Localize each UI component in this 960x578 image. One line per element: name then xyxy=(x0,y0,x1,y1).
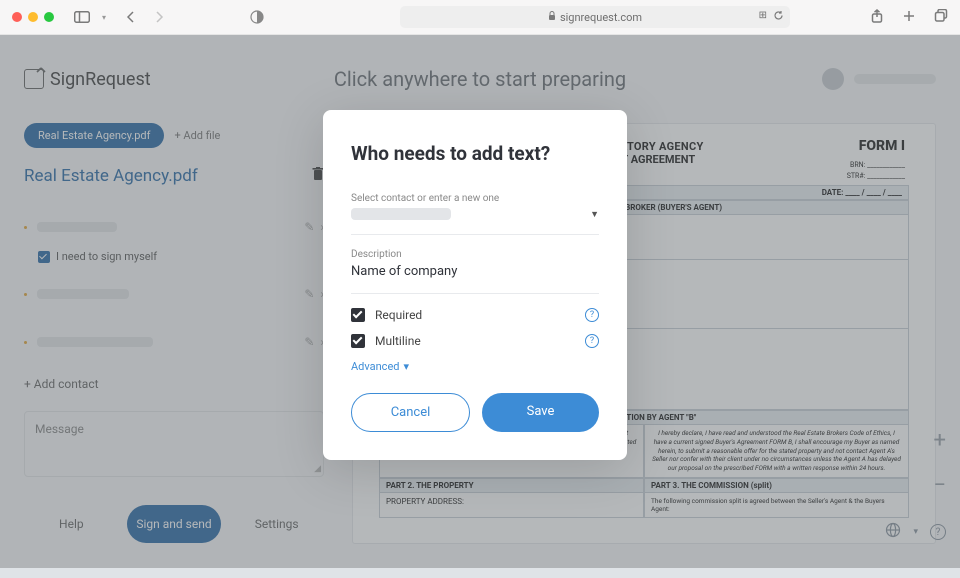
address-bar[interactable]: signrequest.com ⊞ xyxy=(400,6,790,28)
save-button[interactable]: Save xyxy=(482,393,599,432)
lock-icon xyxy=(548,11,556,24)
contact-select[interactable]: ▼ xyxy=(351,208,599,220)
new-tab-icon[interactable] xyxy=(902,8,916,27)
back-icon[interactable] xyxy=(126,11,135,23)
translate-icon[interactable]: ⊞ xyxy=(759,10,767,24)
modal-title: Who needs to add text? xyxy=(351,142,599,165)
window-controls xyxy=(12,12,54,22)
share-icon[interactable] xyxy=(870,8,884,27)
forward-icon[interactable] xyxy=(155,11,164,23)
help-icon[interactable]: ? xyxy=(585,334,599,348)
browser-chrome: ▾ signrequest.com ⊞ xyxy=(0,0,960,35)
text-field-modal: Who needs to add text? Select contact or… xyxy=(323,110,627,460)
required-label: Required xyxy=(375,308,422,322)
minimize-window-icon[interactable] xyxy=(28,12,38,22)
chevron-down-icon[interactable]: ▾ xyxy=(102,13,106,22)
cancel-button[interactable]: Cancel xyxy=(351,393,470,432)
description-label: Description xyxy=(351,249,599,260)
contact-field-label: Select contact or enter a new one xyxy=(351,193,599,204)
advanced-toggle[interactable]: Advanced ▾ xyxy=(351,360,599,373)
url-text: signrequest.com xyxy=(560,11,642,24)
footer-strip xyxy=(0,568,960,578)
description-input[interactable]: Name of company xyxy=(351,264,599,279)
tabs-icon[interactable] xyxy=(934,8,948,27)
checkbox-required[interactable] xyxy=(351,308,365,322)
maximize-window-icon[interactable] xyxy=(44,12,54,22)
reload-icon[interactable] xyxy=(773,10,784,24)
chevron-down-icon: ▼ xyxy=(590,209,599,220)
multiline-label: Multiline xyxy=(375,334,421,348)
close-window-icon[interactable] xyxy=(12,12,22,22)
help-icon[interactable]: ? xyxy=(585,308,599,322)
sidebar-toggle-icon[interactable] xyxy=(74,11,90,23)
chevron-down-icon: ▾ xyxy=(403,360,409,373)
checkbox-multiline[interactable] xyxy=(351,334,365,348)
shield-icon[interactable] xyxy=(250,10,264,24)
